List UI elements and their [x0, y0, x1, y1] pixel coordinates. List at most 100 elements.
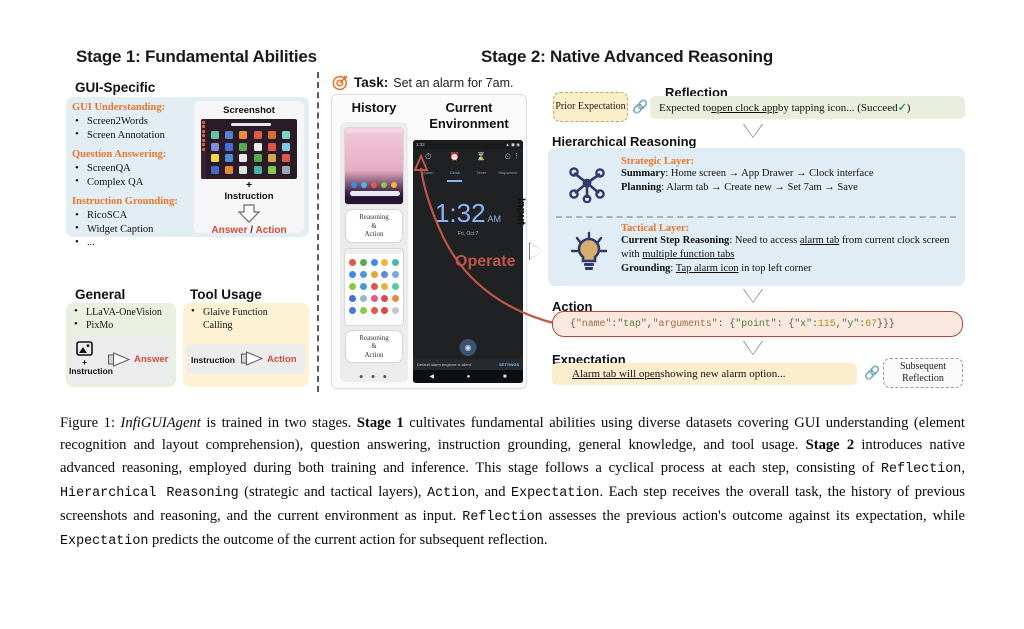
home-icon[interactable]: ● [467, 374, 471, 380]
expectation-box: Alarm tab will open showing new alarm op… [552, 363, 857, 385]
tool-usage-items: Glaive Function Calling [189, 305, 268, 332]
strategic-layer-text: Strategic Layer: Summary: Home screen → … [621, 156, 961, 195]
planning-label: Planning [621, 182, 662, 193]
summary-label: Summary [621, 168, 666, 179]
category-label: GUI Understanding: [72, 102, 166, 113]
stage2-title: Stage 2: Native Advanced Reasoning [481, 47, 774, 66]
task-label: Task: [354, 75, 389, 90]
json-y-key: "y" [841, 318, 860, 330]
clock-icon: ⏰ [449, 152, 460, 161]
stage2-bold: Stage 2 [805, 437, 855, 454]
tool-input-label: Instruction [191, 355, 235, 365]
nav-bar [345, 197, 403, 204]
current-environment-heading: Current Environment [429, 100, 509, 131]
tactical-grounding-line: Grounding: Tap alarm icon in top left co… [621, 263, 812, 274]
search-bar-thumb [231, 123, 271, 126]
reflection-end: ) [906, 101, 911, 114]
tab-label: Timer [476, 170, 487, 175]
stage1-bold: Stage 1 [356, 415, 404, 431]
category-instruction-grounding: Instruction Grounding: RicoSCA Widget Ca… [72, 195, 192, 250]
expectation-rest: showing new alarm option... [660, 368, 786, 380]
snackbar-text: Default alarm ringtone is silent [417, 362, 471, 367]
snackbar-action-button[interactable]: SETTINGS [499, 362, 519, 367]
answer-text: Answer [211, 225, 248, 236]
planning-text: Alarm tab → Create new → Set 7am → Save [666, 182, 858, 193]
history-screenshot-drawer[interactable] [344, 247, 404, 326]
json-name-value: "tap" [617, 318, 647, 330]
reasoning-underlined-2: multiple function tabs [642, 249, 735, 260]
action-text: Action [255, 225, 287, 236]
prior-expectation-box: Prior Expectation [553, 92, 628, 122]
category-question-answering: Question Answering: ScreenQA Complex QA [72, 148, 192, 189]
grounding-underlined: Tap alarm icon [675, 263, 739, 274]
android-nav-bar[interactable]: ◀ ● ■ [413, 370, 523, 383]
reflection-post: by tapping icon... (Succeed [777, 101, 898, 114]
list-item: Widget Caption [72, 222, 192, 237]
link-icon: 🔗 [864, 365, 881, 380]
caption-seg-6: , and [475, 483, 512, 500]
grounding-post: in top left corner [738, 263, 812, 274]
caption-mono-hierarchical: Hierarchical Reasoning [60, 485, 239, 501]
list-item: LLaVA-OneVision [72, 305, 162, 319]
history-screenshot-home[interactable] [344, 127, 404, 205]
category-label: Instruction Grounding: [72, 196, 178, 207]
add-clock-fab[interactable]: ◉ [459, 339, 477, 356]
arrow-right-icon [108, 352, 132, 372]
json-y-value: 67 [865, 318, 877, 330]
category-items: ScreenQA Complex QA [72, 162, 192, 189]
tab-label: Stopwatch [498, 170, 518, 175]
operate-label: Operate [455, 253, 516, 270]
history-heading: History [351, 100, 397, 115]
layer-divider [556, 216, 956, 218]
tactical-lightbulb-icon [570, 231, 608, 278]
caption-seg-9: predicts the outcome of the current acti… [148, 532, 548, 549]
json-x-key: "x" [794, 318, 812, 330]
caption-mono-reflection-2: Reflection [462, 510, 543, 526]
subsequent-reflection-box: Subsequent Reflection [883, 358, 963, 388]
tool-usage-heading: Tool Usage [190, 287, 262, 302]
task-text: Set an alarm for 7am. [393, 75, 514, 90]
tab-clock[interactable]: ⏰ Clock [444, 152, 466, 182]
category-label: Question Answering: [72, 149, 167, 160]
tactical-layer-text: Tactical Layer: Current Step Reasoning: … [621, 223, 957, 276]
down-arrow-icon [237, 204, 261, 224]
plus-symbol: + [246, 180, 252, 191]
back-icon[interactable]: ◀ [429, 373, 434, 380]
caption-mono-reflection: Reflection [880, 461, 962, 477]
hierarchical-reasoning-heading: Hierarchical Reasoning [552, 134, 697, 149]
action-json-box: {"name": "tap", "arguments": {"point": {… [552, 311, 963, 337]
screenshot-label: Screenshot [223, 105, 275, 116]
strategic-layer-title: Strategic Layer: [621, 156, 695, 167]
overflow-menu-icon[interactable]: ⋮ [513, 153, 520, 160]
figure-label: Figure 1: [60, 415, 115, 431]
history-column[interactable]: Reasoning & Action Reasoning & Action • • • [340, 122, 408, 384]
reasoning-action-box: Reasoning & Action [345, 329, 403, 363]
screenshot-instruction-card: Screenshot + Instruction Answer / Action [194, 101, 304, 236]
tab-alarm[interactable]: ⏱ Alarm [417, 152, 439, 179]
list-item: Screen Annotation [72, 128, 192, 143]
search-pill [350, 191, 400, 196]
strategic-summary-line: Summary: Home screen → App Drawer → Cloc… [621, 168, 874, 179]
category-items: Screen2Words Screen Annotation [72, 115, 192, 142]
clock-app-tabs[interactable]: ⏱ Alarm ⏰ Clock ⌛ Timer ⏲ Stopwatch ⋮ [413, 149, 523, 184]
category-gui-understanding: GUI Understanding: Screen2Words Screen A… [72, 101, 192, 142]
hourglass-icon: ⌛ [476, 152, 487, 161]
general-heading: General [75, 287, 126, 302]
clock-time: 1:32 AM [413, 198, 523, 229]
category-items: RicoSCA Widget Caption ... [72, 209, 192, 250]
answer-action-output: Answer / Action [194, 225, 304, 236]
expectation-underlined: Alarm tab will open [572, 368, 661, 380]
arrow-right-icon [241, 351, 265, 371]
recents-icon[interactable]: ■ [503, 374, 507, 380]
reasoning-underlined-1: alarm tab [799, 235, 840, 246]
tab-timer[interactable]: ⌛ Timer [470, 152, 492, 179]
tactical-layer-title: Tactical Layer: [621, 223, 690, 234]
json-arguments-key: "arguments" [652, 318, 718, 330]
link-icon: 🔗 [632, 99, 649, 114]
dock-strip [201, 119, 206, 179]
caption-seg-8: assesses the previous action's outcome a… [542, 508, 965, 525]
figure-root: Stage 1: Fundamental Abilities Stage 2: … [0, 0, 1024, 629]
instruction-label: Instruction [224, 191, 274, 202]
reasoning-label: Current Step Reasoning [621, 235, 730, 246]
reflection-underlined: open clock app [711, 101, 778, 114]
